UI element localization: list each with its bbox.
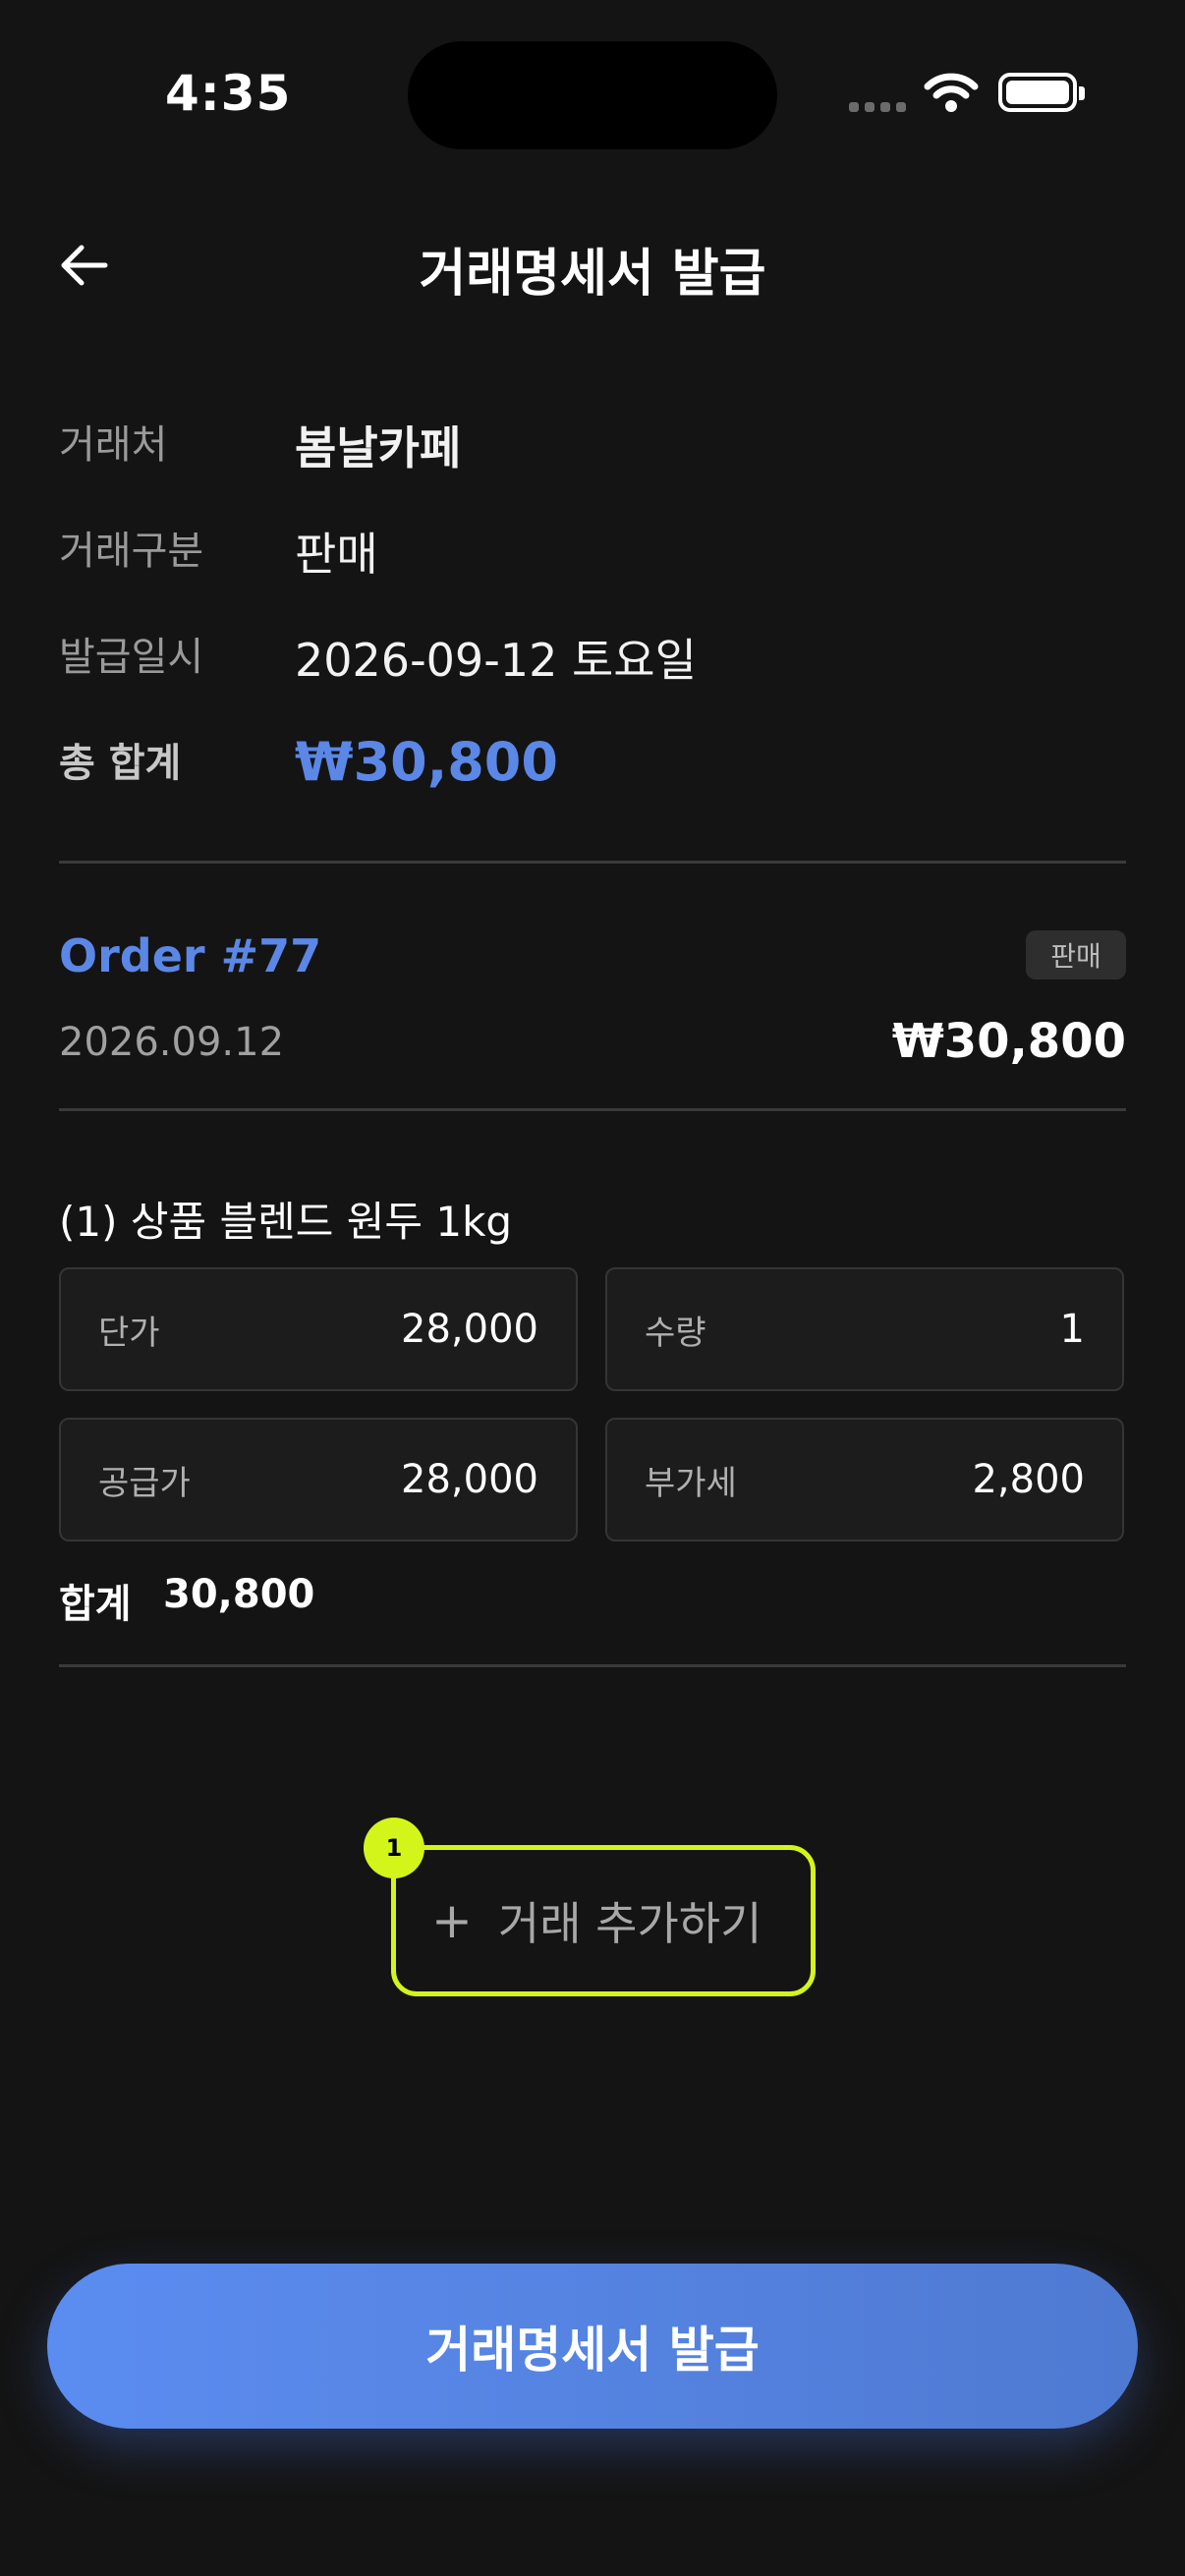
battery-tip [1079,86,1085,100]
battery-icon [998,73,1077,112]
unit-price-label: 단가 [98,1313,160,1353]
item-sum-label: 합계 [59,1582,132,1627]
vat-field[interactable]: 부가세 2,800 [605,1418,1124,1541]
divider [59,1664,1126,1667]
page-title: 거래명세서 발급 [419,245,766,304]
date-value: 2026-09-12 토요일 [295,634,697,687]
quantity-value: 1 [1059,1307,1085,1352]
status-time: 4:35 [165,65,292,122]
date-label: 발급일시 [59,635,204,680]
quantity-field[interactable]: 수량 1 [605,1267,1124,1391]
divider [59,861,1126,864]
divider [59,1108,1126,1111]
plus-icon: + [431,1892,473,1949]
item-title: (1) 상품 블렌드 원두 1kg [59,1198,513,1246]
total-value: ₩30,800 [295,731,558,793]
order-title[interactable]: Order #77 [59,929,321,982]
issue-statement-button[interactable]: 거래명세서 발급 [47,2264,1138,2429]
vat-value: 2,800 [972,1457,1085,1502]
quantity-label: 수량 [645,1313,706,1353]
annotation-marker: 1 [364,1818,424,1878]
order-date: 2026.09.12 [59,1020,285,1065]
add-transaction-button[interactable]: + 거래 추가하기 [391,1845,816,1996]
dynamic-island [408,41,777,149]
order-amount: ₩30,800 [891,1014,1126,1069]
partner-value: 봄날카페 [295,421,462,475]
vat-label: 부가세 [645,1463,737,1503]
add-transaction-label: 거래 추가하기 [497,1897,762,1950]
status-badge: 판매 [1026,930,1126,980]
type-label: 거래구분 [59,529,204,574]
unit-price-value: 28,000 [401,1307,538,1352]
total-label: 총 합계 [59,741,182,786]
wifi-icon [924,73,979,112]
supply-price-label: 공급가 [98,1463,191,1503]
cellular-signal-icon [849,102,906,112]
supply-price-value: 28,000 [401,1457,538,1502]
unit-price-field[interactable]: 단가 28,000 [59,1267,578,1391]
item-sum-value: 30,800 [163,1572,315,1617]
supply-price-field[interactable]: 공급가 28,000 [59,1418,578,1541]
type-value: 판매 [295,528,378,581]
partner-label: 거래처 [59,422,168,468]
